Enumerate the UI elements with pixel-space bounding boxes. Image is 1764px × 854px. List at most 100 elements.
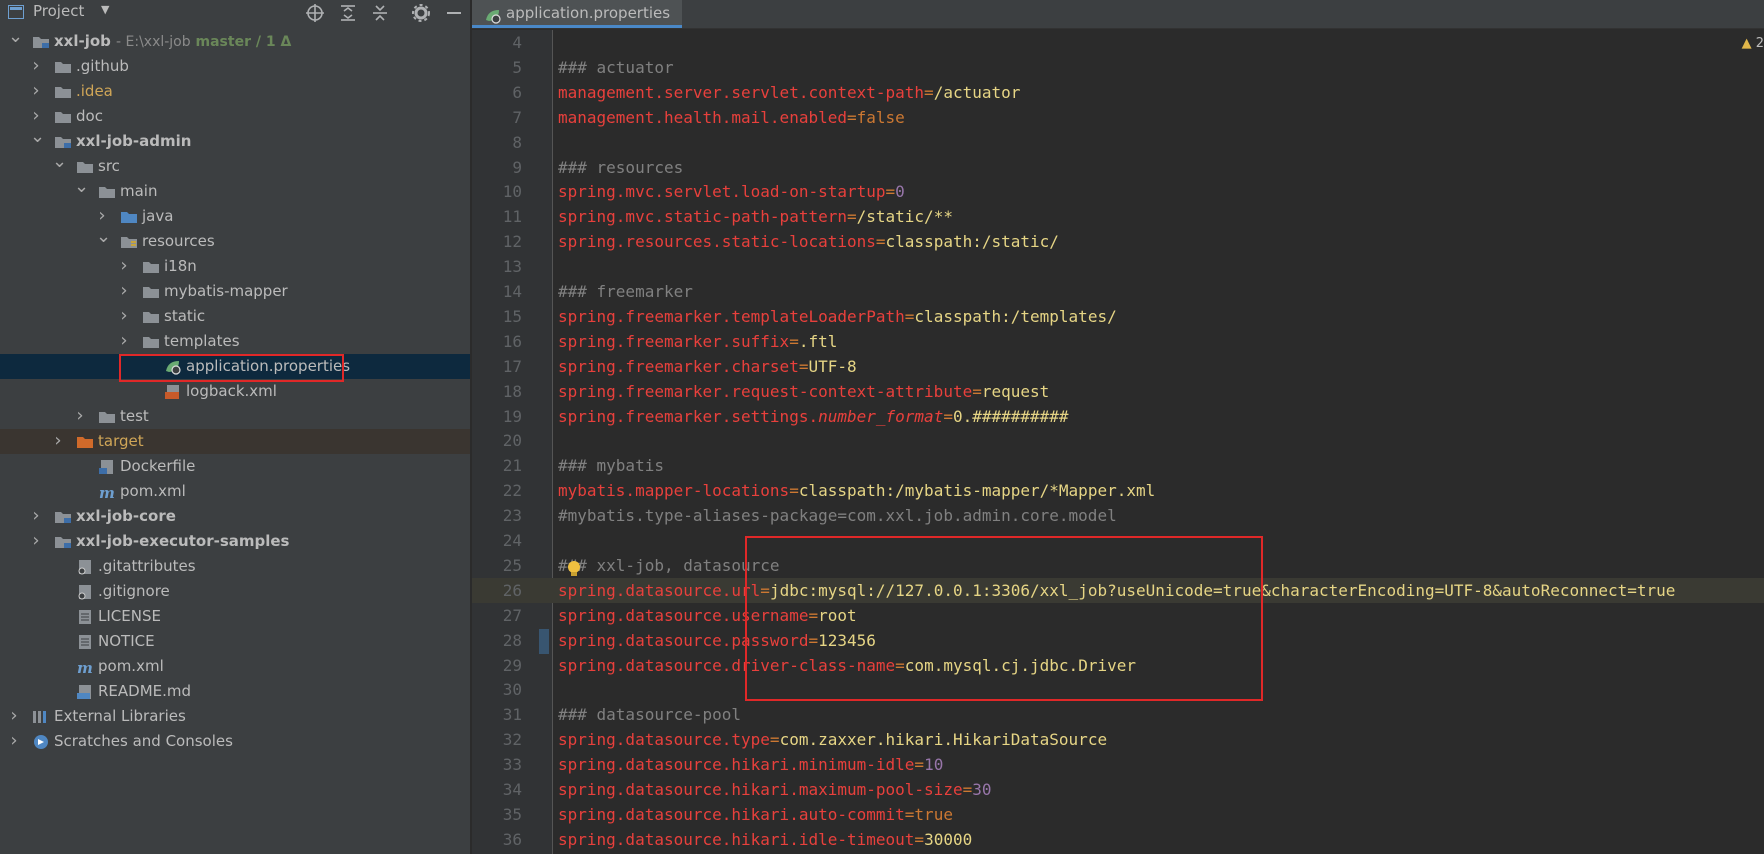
code-line[interactable]: 10 spring.mvc.servlet.load-on-startup=0 xyxy=(472,179,1764,204)
code-line[interactable]: 33 spring.datasource.hikari.minimum-idle=… xyxy=(472,752,1764,777)
expand-all-icon[interactable] xyxy=(338,3,358,23)
chevron-right-icon[interactable]: › xyxy=(118,304,130,329)
xml-file-icon xyxy=(164,383,182,399)
folder-icon xyxy=(142,258,160,274)
chevron-right-icon[interactable]: › xyxy=(118,329,130,354)
tree-item-label: xxl-job-admin xyxy=(76,132,192,150)
tree-item[interactable]: › xxl-job-core xyxy=(0,504,470,529)
chevron-right-icon[interactable]: › xyxy=(30,54,42,79)
code-line[interactable]: 22 mybatis.mapper-locations=classpath:/my… xyxy=(472,478,1764,503)
code-token: = xyxy=(904,306,915,326)
tree-item[interactable]: LICENSE xyxy=(0,604,470,629)
code-line[interactable]: 14 ### freemarker xyxy=(472,279,1764,304)
tree-item[interactable]: application.properties xyxy=(0,354,470,382)
tab-application-properties[interactable]: application.properties xyxy=(472,0,683,28)
chevron-right-icon[interactable]: › xyxy=(30,529,42,554)
chevron-right-icon[interactable]: › xyxy=(118,254,130,279)
tree-item[interactable]: › templates xyxy=(0,329,470,354)
tree-item[interactable]: › External Libraries xyxy=(0,704,470,729)
chevron-right-icon[interactable]: › xyxy=(118,279,130,304)
code-line[interactable]: 32 spring.datasource.type=com.zaxxer.hika… xyxy=(472,727,1764,752)
code-line[interactable]: 21 ### mybatis xyxy=(472,453,1764,478)
project-view-title[interactable]: Project xyxy=(33,2,84,20)
chevron-down-icon[interactable]: ⌄ xyxy=(8,28,23,54)
tree-item-label: resources xyxy=(142,232,215,250)
tree-item[interactable]: README.md xyxy=(0,679,470,704)
code-token: management.server.servlet.context-path xyxy=(558,82,925,102)
hide-panel-icon[interactable] xyxy=(444,3,464,23)
code-line[interactable]: 19 spring.freemarker.settings.number_form… xyxy=(472,404,1764,429)
tree-item[interactable]: .gitignore xyxy=(0,579,470,604)
code-line[interactable]: 13 xyxy=(472,254,1764,279)
code-token: management.health.mail.enabled xyxy=(558,107,847,127)
project-view-icon[interactable] xyxy=(8,5,24,19)
tree-item[interactable]: › Scratches and Consoles xyxy=(0,729,470,754)
code-line[interactable]: 6 management.server.servlet.context-path=… xyxy=(472,80,1764,105)
chevron-right-icon[interactable]: › xyxy=(74,404,86,429)
tree-item[interactable]: ⌄ xxl-job - E:\xxl-job master / 1 Δ xyxy=(0,28,470,54)
chevron-right-icon[interactable]: › xyxy=(30,504,42,529)
code-line[interactable]: 17 spring.freemarker.charset=UTF-8 xyxy=(472,354,1764,379)
code-line[interactable]: 34 spring.datasource.hikari.maximum-pool-… xyxy=(472,777,1764,802)
code-line[interactable]: 31 ### datasource-pool xyxy=(472,702,1764,727)
tree-item[interactable]: .gitattributes xyxy=(0,554,470,579)
chevron-right-icon[interactable]: › xyxy=(8,704,20,729)
locate-file-icon[interactable] xyxy=(305,3,325,23)
tree-item-label: target xyxy=(98,432,144,450)
tree-item[interactable]: › test xyxy=(0,404,470,429)
lightbulb-icon[interactable] xyxy=(567,560,581,578)
tree-item[interactable]: Dockerfile xyxy=(0,454,470,479)
line-number: 15 xyxy=(502,306,522,326)
chevron-down-icon[interactable]: ⌄ xyxy=(96,228,111,254)
chevron-right-icon[interactable]: › xyxy=(52,429,64,454)
tree-item[interactable]: › xxl-job-executor-samples xyxy=(0,529,470,554)
tree-item[interactable]: m pom.xml xyxy=(0,479,470,504)
code-line[interactable]: 11 spring.mvc.static-path-pattern=/static… xyxy=(472,204,1764,229)
inspection-widget[interactable]: ▲ 2 xyxy=(1742,36,1764,51)
tree-item[interactable]: NOTICE xyxy=(0,629,470,654)
code-line[interactable]: 20 xyxy=(472,428,1764,453)
tree-item[interactable]: logback.xml xyxy=(0,379,470,404)
code-line[interactable]: 7 management.health.mail.enabled=false xyxy=(472,105,1764,130)
tree-item[interactable]: ⌄ resources xyxy=(0,228,470,254)
code-line[interactable]: 12 spring.resources.static-locations=clas… xyxy=(472,229,1764,254)
code-line[interactable]: 16 spring.freemarker.suffix=.ftl xyxy=(472,329,1764,354)
chevron-down-icon[interactable]: ⌄ xyxy=(74,178,89,204)
code-line[interactable]: 15 spring.freemarker.templateLoaderPath=c… xyxy=(472,304,1764,329)
chevron-right-icon[interactable]: › xyxy=(30,79,42,104)
chevron-down-icon[interactable]: ⌄ xyxy=(30,128,45,154)
view-dropdown-chevron-icon[interactable]: ▼ xyxy=(101,3,109,16)
tree-item[interactable]: › .github xyxy=(0,54,470,79)
chevron-down-icon[interactable]: ⌄ xyxy=(52,153,67,179)
tree-item[interactable]: › .idea xyxy=(0,79,470,104)
code-text: ### resources xyxy=(558,155,683,180)
tree-item[interactable]: m pom.xml xyxy=(0,654,470,679)
code-line[interactable]: 18 spring.freemarker.request-context-attr… xyxy=(472,379,1764,404)
code-line[interactable]: 23 #mybatis.type-aliases-package=com.xxl.… xyxy=(472,503,1764,528)
tree-item[interactable]: › target xyxy=(0,429,470,454)
tree-item-label: doc xyxy=(76,107,103,125)
code-token: spring.freemarker.request-context-attrib… xyxy=(558,381,973,401)
tree-item[interactable]: › doc xyxy=(0,104,470,129)
code-line[interactable]: 35 spring.datasource.hikari.auto-commit=t… xyxy=(472,802,1764,827)
tree-item[interactable]: ⌄ xxl-job-admin xyxy=(0,128,470,154)
tree-item[interactable]: ⌄ src xyxy=(0,153,470,179)
code-text: spring.freemarker.settings.number_format… xyxy=(558,404,1069,429)
code-line[interactable]: 36 spring.datasource.hikari.idle-timeout=… xyxy=(472,827,1764,852)
tree-item[interactable]: › java xyxy=(0,204,470,229)
tree-item[interactable]: ⌄ main xyxy=(0,178,470,204)
collapse-all-icon[interactable] xyxy=(370,3,390,23)
gear-icon[interactable] xyxy=(411,3,431,23)
vcs-change-marker[interactable] xyxy=(539,629,549,654)
code-line[interactable]: 4 xyxy=(472,30,1764,55)
tree-item[interactable]: › i18n xyxy=(0,254,470,279)
code-line[interactable]: 5 ### actuator xyxy=(472,55,1764,80)
code-line[interactable]: 9 ### resources xyxy=(472,155,1764,180)
tree-item[interactable]: › static xyxy=(0,304,470,329)
code-line[interactable]: 8 xyxy=(472,130,1764,155)
code-token: 0 xyxy=(895,182,905,202)
chevron-right-icon[interactable]: › xyxy=(8,729,20,754)
code-token: = xyxy=(962,780,973,799)
tree-item[interactable]: › mybatis-mapper xyxy=(0,279,470,304)
line-number: 26 xyxy=(502,580,522,600)
